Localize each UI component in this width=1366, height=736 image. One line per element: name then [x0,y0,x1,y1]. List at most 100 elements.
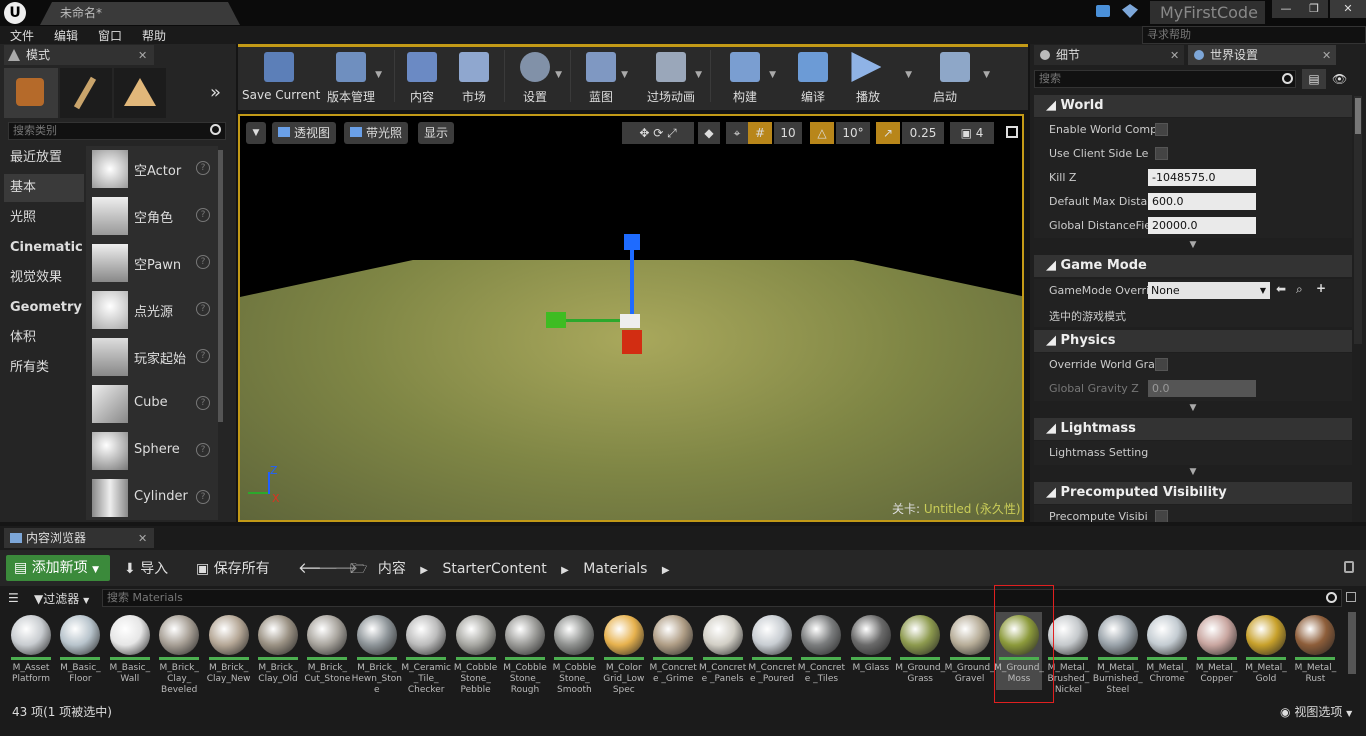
details-scrollbar-thumb[interactable] [1355,98,1361,134]
actor-sphere[interactable]: Sphere? [86,428,216,474]
menu-edit[interactable]: 编辑 [54,27,78,44]
checkbox[interactable] [1155,358,1168,371]
expand-advanced-icon[interactable]: ▼ [1034,467,1352,477]
save-all-button[interactable]: ▣ 保存所有 [196,558,270,578]
tab-details[interactable]: 细节 [1034,45,1184,65]
breadcrumb-separator-icon[interactable]: ▶ [561,565,569,576]
actor-empty-character[interactable]: 空角色? [86,193,216,239]
actor-point-light[interactable]: 点光源? [86,287,216,333]
asset-tile[interactable]: M_Asset Platform [8,612,54,690]
more-modes-icon[interactable]: » [210,82,221,103]
rotation-snap-value[interactable]: 10° [836,122,870,144]
category-basic[interactable]: 基本 [4,174,84,202]
grid-snap-value[interactable]: 10 [774,122,802,144]
save-current-button[interactable]: Save Current [242,48,320,105]
grid-snap-icon[interactable]: # [748,122,772,144]
actor-empty-pawn[interactable]: 空Pawn? [86,240,216,286]
tab-content-browser[interactable]: 内容浏览器 [4,528,154,548]
level-viewport[interactable]: ▼ 透视图 带光照 显示 ✥ ⟳ ⤢ ◆ ⌖ # 10 △ 10° ↗ 0.25… [238,114,1024,522]
asset-tile[interactable]: M_Ceramic _Tile_ Checker [401,612,451,695]
property-matrix-icon[interactable]: ▤ [1302,69,1326,89]
breadcrumb-separator-icon[interactable]: ▶ [662,565,670,576]
menu-window[interactable]: 窗口 [98,27,122,44]
asset-tile[interactable]: M_Metal_ Copper [1194,612,1240,690]
mode-place-button[interactable] [4,68,58,118]
gizmo-z-handle[interactable] [624,234,640,250]
category-lights[interactable]: 光照 [4,204,84,232]
prop-lightmass-settings[interactable]: Lightmass Setting [1034,441,1352,465]
category-visual-effects[interactable]: 视觉效果 [4,264,84,292]
maximize-viewport-icon[interactable] [1006,126,1018,138]
document-tab[interactable]: 未命名* [40,2,240,25]
prop-selected-game-mode[interactable]: 选中的游戏模式 [1034,303,1352,327]
section-physics[interactable]: ◢ Physics [1034,330,1352,352]
perspective-button[interactable]: 透视图 [272,122,337,144]
sources-toggle-icon[interactable]: ☰ [8,591,19,605]
expand-advanced-icon[interactable]: ▼ [1034,403,1352,413]
breadcrumb-starter-content[interactable]: StarterContent [442,561,546,577]
details-scrollbar-track[interactable] [1354,96,1362,344]
gizmo-z-axis[interactable] [630,244,634,314]
section-lightmass[interactable]: ◢ Lightmass [1034,418,1352,440]
scale-snap-value[interactable]: 0.25 [902,122,944,144]
camera-speed-button[interactable]: ▣ 4 [950,122,994,144]
tab-modes[interactable]: 模式 [4,45,154,65]
section-game-mode[interactable]: ◢ Game Mode [1034,255,1352,277]
asset-tile[interactable]: M_Brick_ Clay_ Beveled [156,612,202,695]
mode-paint-button[interactable] [60,68,112,118]
actor-list-scrollbar[interactable] [218,150,223,422]
import-button[interactable]: ⬇ 导入 [124,558,168,578]
asset-tile[interactable]: M_Concrete _Poured [748,612,796,690]
lock-icon[interactable] [1344,561,1354,573]
mode-landscape-button[interactable] [114,68,166,118]
asset-tile[interactable]: M_Brick_ Hewn_Stone [352,612,402,695]
asset-tile[interactable]: M_Brick_ Clay_Old [255,612,301,690]
help-icon[interactable]: ? [196,208,210,222]
asset-tile[interactable]: M_Cobble Stone_ Smooth [551,612,597,695]
breadcrumb-materials[interactable]: Materials [583,561,647,577]
checkbox[interactable] [1155,123,1168,136]
help-icon[interactable]: ? [196,161,210,175]
minimize-button[interactable]: — [1272,0,1300,18]
category-recent[interactable]: 最近放置 [4,144,84,172]
asset-tile[interactable]: M_Concrete _Tiles [798,612,845,690]
section-world[interactable]: ◢ World [1034,95,1352,117]
tab-close-icon[interactable]: ✕ [138,49,147,62]
help-icon[interactable]: ? [196,255,210,269]
asset-tile[interactable]: M_Brick_ Clay_New [206,612,252,690]
play-button[interactable]: 播放 ▼ [842,48,914,105]
asset-tile[interactable]: M_Metal_ Rust [1292,612,1338,690]
gizmo-center[interactable] [620,314,640,328]
build-button[interactable]: 构建 ▼ [712,48,778,105]
asset-tile[interactable]: M_Basic_ Floor [57,612,103,690]
gizmo-x-handle[interactable] [622,330,642,354]
actor-empty-actor[interactable]: 空Actor? [86,146,216,192]
filter-button[interactable]: ▼过滤器 ▼ [34,590,89,607]
help-icon[interactable]: ? [196,396,210,410]
gamemode-select[interactable]: None ▼ [1148,282,1270,299]
asset-tile[interactable]: M_Ground_ Gravel [945,612,995,690]
asset-tile[interactable]: M_Brick_ Cut_Stone [304,612,350,690]
marketplace-button[interactable]: 市场 [450,48,498,105]
help-search-input[interactable]: 寻求帮助 [1142,26,1366,44]
viewport-options-button[interactable]: ▼ [246,122,266,144]
menu-file[interactable]: 文件 [10,27,34,44]
notification-icon[interactable] [1096,5,1110,17]
category-geometry[interactable]: Geometry [4,294,84,322]
blueprints-button[interactable]: 蓝图 ▼ [572,48,630,105]
arrow-left-icon[interactable]: ⬅ [1276,282,1286,296]
details-search-input[interactable]: 搜索 [1034,70,1296,88]
eye-icon[interactable]: 👁 [1332,72,1347,86]
asset-tile[interactable]: M_Glass [848,612,894,690]
asset-tile[interactable]: M_Cobble Stone_ Pebble [453,612,499,695]
surface-snap-icon[interactable]: ⌖ [726,122,748,144]
transform-tools[interactable]: ✥ ⟳ ⤢ [622,122,694,144]
show-button[interactable]: 显示 [418,122,455,144]
help-icon[interactable]: ? [196,443,210,457]
tab-close-icon[interactable]: ✕ [1322,49,1331,62]
lit-mode-button[interactable]: 带光照 [344,122,409,144]
breadcrumb-content[interactable]: 内容 [378,561,406,577]
actor-player-start[interactable]: 玩家起始? [86,334,216,380]
actor-cube[interactable]: Cube? [86,381,216,427]
gizmo-y-handle[interactable] [546,312,566,328]
